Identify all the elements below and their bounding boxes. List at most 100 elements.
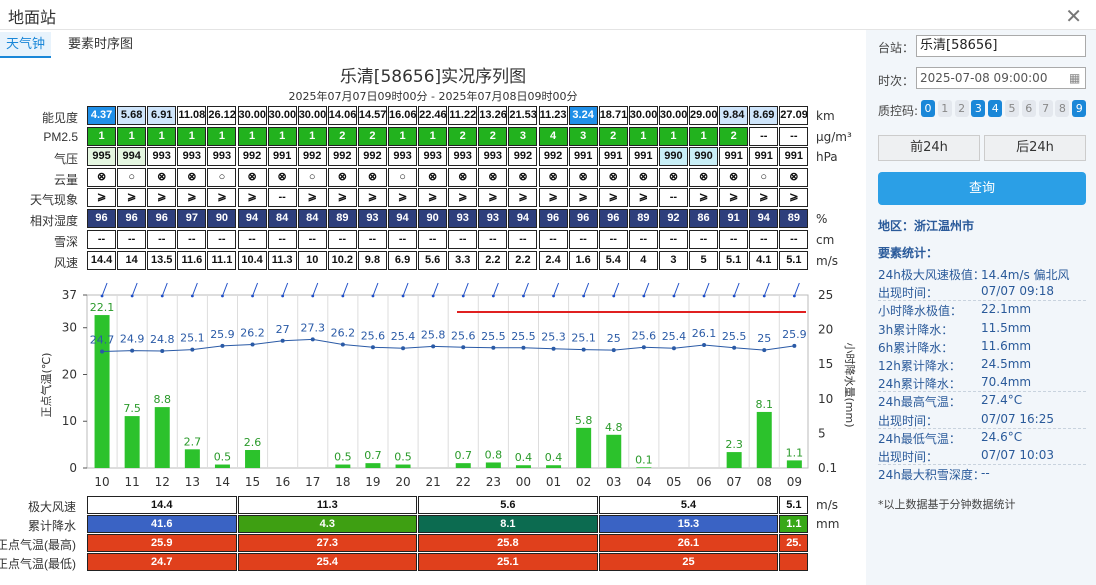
region-text: 地区：浙江温州市 (878, 219, 975, 233)
summary-rain-cell: 41.6 (87, 515, 237, 533)
humidity-cell: 96 (598, 209, 628, 228)
close-icon[interactable]: ✕ (1065, 4, 1082, 28)
ytick-left: 30 (62, 321, 77, 335)
pressure-cell: 993 (448, 147, 478, 166)
rain-label: 1.1 (786, 446, 804, 459)
cloud-cell: ○ (117, 168, 147, 187)
xtick: 00 (516, 475, 531, 489)
weather-cell: ⩾ (388, 188, 418, 207)
humidity-cell: 94 (237, 209, 267, 228)
prev-24h-button[interactable]: 前24h (878, 135, 980, 161)
wind-cell: 5.4 (598, 251, 628, 270)
snow-cell: -- (147, 230, 177, 249)
pressure-cell: 991 (779, 147, 809, 166)
qc-code-0[interactable]: 0 (921, 100, 935, 117)
cloud-cell: ○ (749, 168, 779, 187)
pm25-cell: 1 (87, 127, 117, 146)
cloud-cell: ⊗ (147, 168, 177, 187)
stat-key: 24h最低气温： (878, 431, 961, 446)
visibility-cell: 9.84 (719, 106, 749, 125)
wind-cell: 10.4 (237, 251, 267, 270)
weather-cell: ⩾ (357, 188, 387, 207)
row-label-pm25: PM2.5 (43, 130, 78, 144)
wind-cell: 3.3 (448, 251, 478, 270)
stat-separator (878, 427, 1086, 429)
calendar-icon[interactable]: ▦ (1069, 71, 1080, 85)
weather-cell: ⩾ (628, 188, 658, 207)
summary-unit-wind: m/s (816, 498, 838, 512)
pressure-cell: 990 (689, 147, 719, 166)
summary-tmax-cell: 25.9 (87, 534, 237, 552)
weather-cell: ⩾ (598, 188, 628, 207)
qc-code-4[interactable]: 4 (988, 100, 1003, 117)
rain-bar (726, 452, 742, 468)
visibility-cell: 30.00 (628, 106, 658, 125)
stat-value: 24.5mm (981, 357, 1032, 371)
temperature-label: 25.4 (662, 330, 687, 343)
ytick-right: 20 (818, 323, 833, 337)
rain-label: 2.7 (184, 435, 202, 448)
snow-cell: -- (297, 230, 327, 249)
rain-bar (546, 465, 562, 468)
snow-cell: -- (327, 230, 357, 249)
tab-element-series[interactable]: 要素时序图 (62, 32, 139, 58)
wind-barb (252, 282, 259, 297)
humidity-cell: 84 (297, 209, 327, 228)
time-input[interactable]: 2025-07-08 09:00:00 (916, 67, 1086, 89)
pressure-cell: 991 (598, 147, 628, 166)
snow-cell: -- (117, 230, 147, 249)
snow-cell: -- (87, 230, 117, 249)
tab-weather-clock[interactable]: 天气钟 (0, 32, 52, 58)
pm25-cell: 1 (267, 127, 297, 146)
weather-cell: ⩾ (749, 188, 779, 207)
qc-code-7[interactable]: 7 (1038, 100, 1053, 117)
humidity-cell: 90 (207, 209, 237, 228)
weather-cell: ⩾ (147, 188, 177, 207)
temperature-point (491, 345, 496, 350)
temperature-point (370, 345, 375, 350)
cloud-cell: ⊗ (418, 168, 448, 187)
stat-separator (878, 391, 1086, 393)
xtick: 05 (666, 475, 681, 489)
qc-code-6[interactable]: 6 (1021, 100, 1036, 117)
pressure-cell: 991 (719, 147, 749, 166)
qc-code-1[interactable]: 1 (937, 100, 952, 117)
query-button[interactable]: 查询 (878, 172, 1086, 205)
wind-barb-dot (130, 294, 134, 298)
visibility-cell: 4.37 (87, 106, 117, 125)
stats-note: *以上数据基于分钟数据统计 (878, 498, 1016, 511)
station-input[interactable]: 乐清[58656] (916, 35, 1086, 57)
weather-cell: ⩾ (237, 188, 267, 207)
wind-barb-dot (341, 294, 345, 298)
snow-cell: -- (719, 230, 749, 249)
pm25-cell: 4 (538, 127, 568, 146)
rain-label: 22.1 (90, 301, 115, 314)
wind-cell: 2.2 (478, 251, 508, 270)
pm25-cell: 1 (388, 127, 418, 146)
pm25-cell: 2 (478, 127, 508, 146)
unit-visibility: km (816, 109, 835, 123)
qc-code-8[interactable]: 8 (1055, 100, 1070, 117)
pressure-cell: 991 (267, 147, 297, 166)
row-label-wind: 风速 (53, 256, 78, 270)
temperature-point (762, 348, 767, 353)
qc-code-9[interactable]: 9 (1072, 100, 1087, 117)
next-24h-button[interactable]: 后24h (984, 135, 1086, 161)
stat-key: 出现时间： (878, 286, 939, 301)
temperature-label: 25.3 (541, 331, 566, 344)
wind-barb (522, 282, 529, 297)
stat-separator (878, 464, 1086, 465)
xtick: 09 (787, 475, 802, 489)
qc-code-2[interactable]: 2 (954, 100, 969, 117)
wind-cell: 4.1 (749, 251, 779, 270)
summary-tmin-cell (779, 553, 809, 571)
temperature-label: 25.6 (451, 329, 476, 342)
stat-value: 24.6°C (981, 429, 1023, 444)
pressure-cell: 993 (207, 147, 237, 166)
rain-label: 0.1 (635, 453, 653, 466)
stat-value: 07/07 09:18 (981, 284, 1054, 299)
humidity-cell: 97 (177, 209, 207, 228)
qc-code-3[interactable]: 3 (971, 100, 986, 117)
qc-code-5[interactable]: 5 (1005, 100, 1019, 117)
visibility-cell: 22.46 (418, 106, 448, 125)
